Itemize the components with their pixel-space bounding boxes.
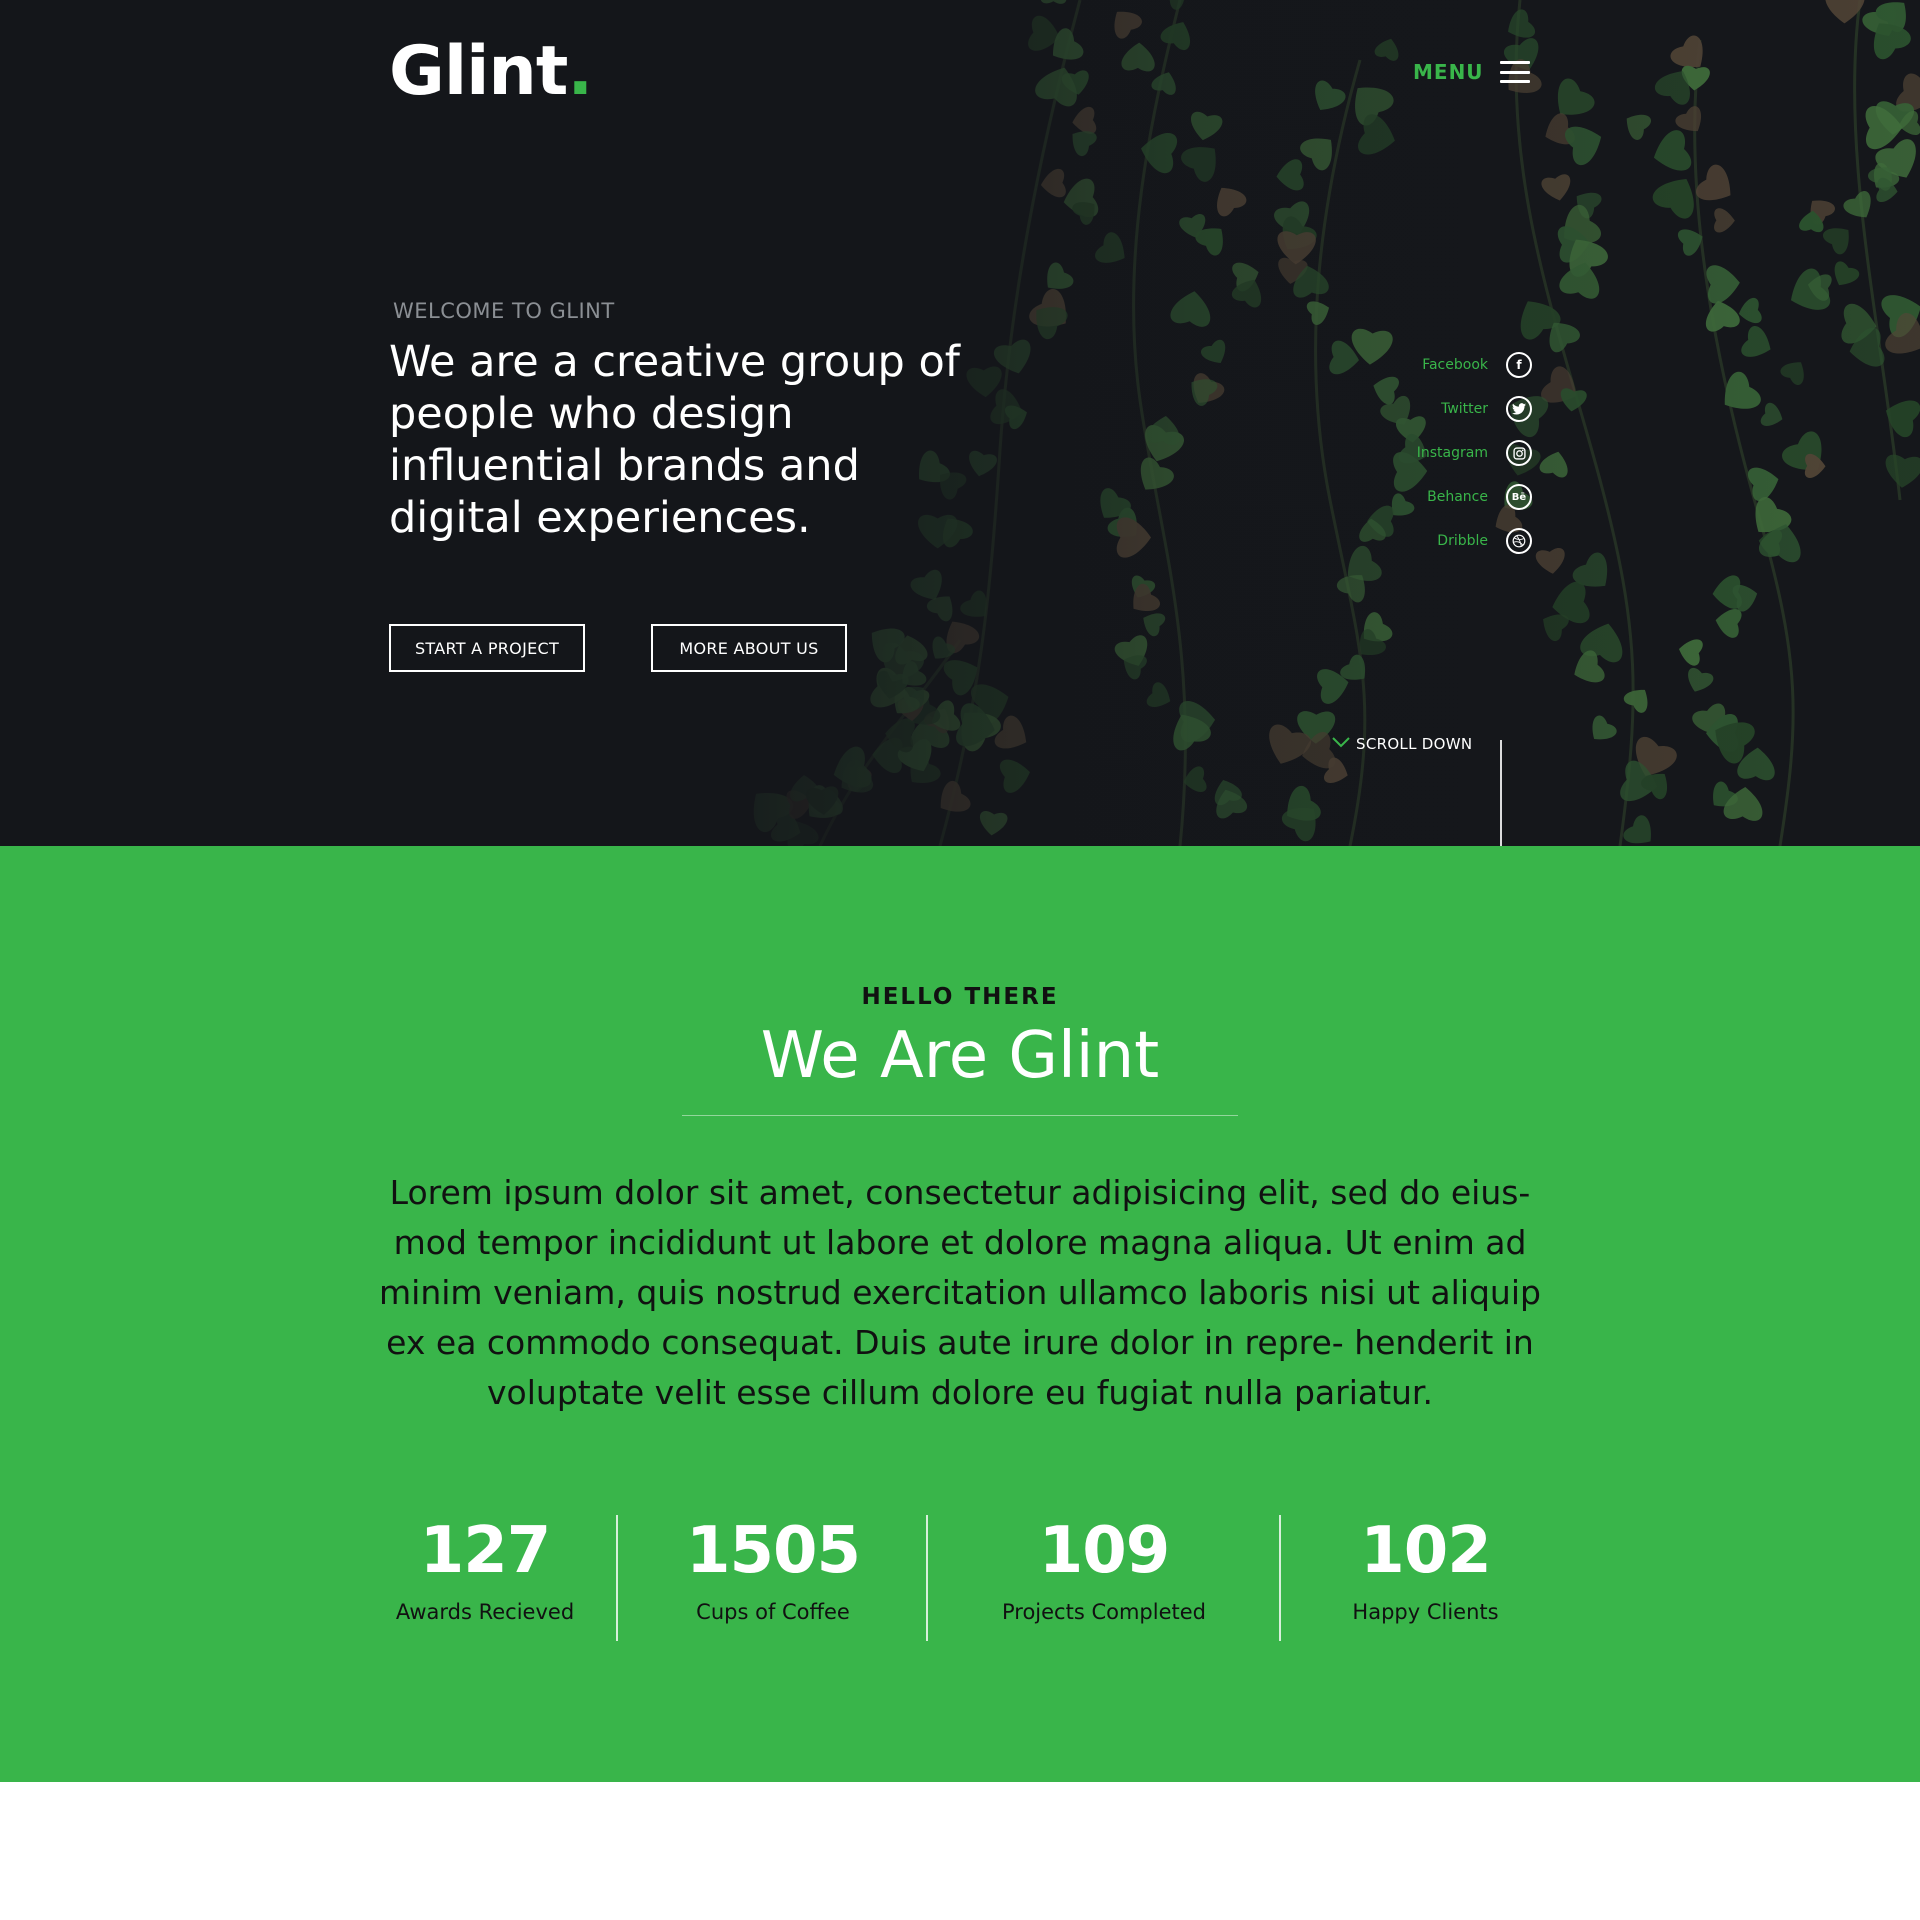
stat-value: 1505 <box>685 1514 861 1588</box>
social-label: Instagram <box>1416 445 1488 461</box>
about-eyebrow: HELLO THERE <box>861 984 1059 1010</box>
stat-value: 127 <box>419 1514 552 1588</box>
stat-divider <box>616 1515 618 1641</box>
about-section: HELLO THERE We Are Glint Lorem ipsum dol… <box>0 846 1920 1782</box>
more-about-us-button[interactable]: MORE ABOUT US <box>651 624 847 672</box>
stats-row: 127 Awards Recieved 1505 Cups of Coffee … <box>350 1513 1570 1643</box>
logo-text: Glint <box>389 32 568 111</box>
dribbble-icon <box>1506 528 1532 554</box>
social-label: Dribble <box>1437 533 1488 549</box>
stat-label: Awards Recieved <box>395 1600 575 1624</box>
about-paragraph: Lorem ipsum dolor sit amet, consectetur … <box>379 1173 1541 1412</box>
social-link-dribbble[interactable]: Dribble <box>1380 519 1532 563</box>
behance-icon: Bē <box>1506 484 1532 510</box>
logo[interactable]: Glint. <box>389 38 593 106</box>
social-label: Twitter <box>1441 401 1488 417</box>
social-label: Facebook <box>1422 357 1488 373</box>
menu-toggle[interactable]: MENU <box>1413 60 1530 84</box>
stat-projects: 109 Projects Completed <box>928 1513 1280 1627</box>
stat-label: Cups of Coffee <box>696 1600 850 1624</box>
stat-awards: 127 Awards Recieved <box>350 1513 620 1627</box>
menu-label: MENU <box>1413 60 1484 84</box>
stat-label: Projects Completed <box>1001 1600 1206 1624</box>
start-project-button[interactable]: START A PROJECT <box>389 624 585 672</box>
scroll-down-label: SCROLL DOWN <box>1356 735 1473 753</box>
stat-coffee: 1505 Cups of Coffee <box>620 1513 926 1627</box>
instagram-icon <box>1506 440 1532 466</box>
social-label: Behance <box>1427 489 1488 505</box>
social-links: Facebook f Twitter Instagram Behance Bē … <box>1380 343 1532 563</box>
logo-dot: . <box>567 32 593 111</box>
title-divider <box>682 1115 1238 1116</box>
social-link-twitter[interactable]: Twitter <box>1380 387 1532 431</box>
stat-value: 102 <box>1360 1514 1492 1588</box>
hero-section: Glint. MENU WELCOME TO GLINT We are a cr… <box>0 0 1920 846</box>
facebook-icon: f <box>1506 352 1532 378</box>
hero-eyebrow: WELCOME TO GLINT <box>393 299 615 323</box>
scroll-down-link[interactable]: SCROLL DOWN <box>1332 735 1472 753</box>
social-link-behance[interactable]: Behance Bē <box>1380 475 1532 519</box>
hamburger-icon <box>1499 61 1530 83</box>
social-link-instagram[interactable]: Instagram <box>1380 431 1532 475</box>
twitter-icon <box>1506 396 1532 422</box>
about-title: We Are Glint <box>760 1019 1160 1093</box>
chevron-down-icon <box>1332 735 1350 753</box>
hero-title: We are a creative group of people who de… <box>389 337 960 543</box>
stat-value: 109 <box>1038 1514 1171 1588</box>
social-link-facebook[interactable]: Facebook f <box>1380 343 1532 387</box>
stat-label: Happy Clients <box>1352 1600 1499 1624</box>
stat-clients: 102 Happy Clients <box>1281 1513 1570 1627</box>
